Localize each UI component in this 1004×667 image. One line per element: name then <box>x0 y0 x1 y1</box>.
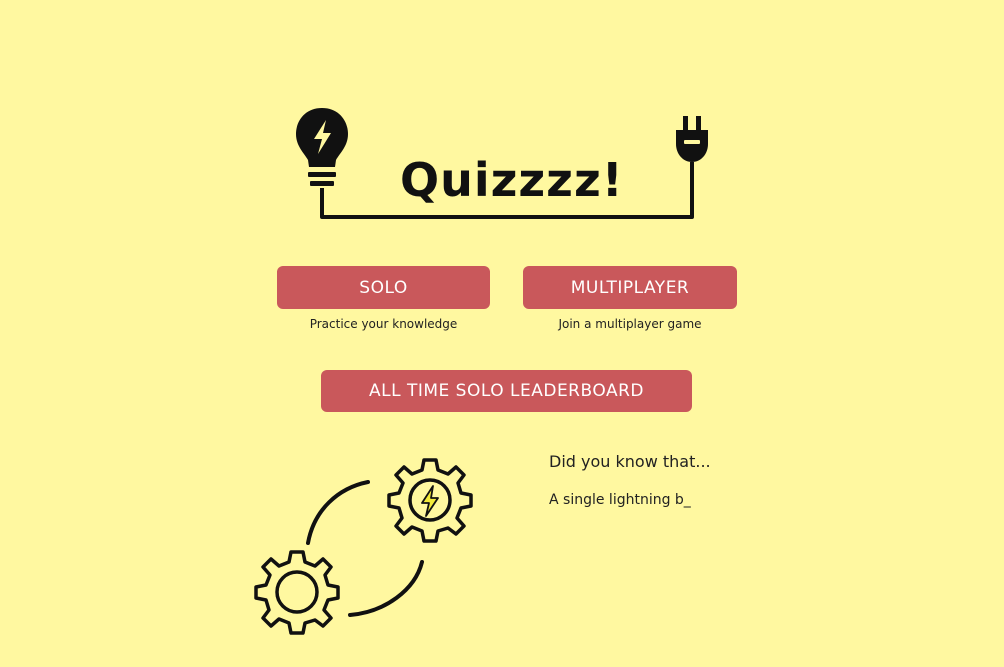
page-title: Quizzzz! <box>400 153 624 207</box>
main-menu-page: Quizzzz! SOLO Practice your knowledge MU… <box>0 0 1004 667</box>
multiplayer-button[interactable]: MULTIPLAYER <box>523 266 737 309</box>
gear-icon <box>254 550 340 635</box>
plug-icon <box>676 116 708 162</box>
solo-caption: Practice your knowledge <box>309 317 458 331</box>
lightbulb-lightning-icon <box>296 108 348 186</box>
gear-lightning-icon <box>387 458 473 543</box>
gears-illustration <box>254 458 473 635</box>
solo-button[interactable]: SOLO <box>277 266 490 309</box>
fact-text: A single lightning b_ <box>549 492 691 508</box>
fact-heading: Did you know that... <box>549 452 711 471</box>
multiplayer-caption: Join a multiplayer game <box>558 317 702 331</box>
leaderboard-button[interactable]: ALL TIME SOLO LEADERBOARD <box>321 370 692 412</box>
